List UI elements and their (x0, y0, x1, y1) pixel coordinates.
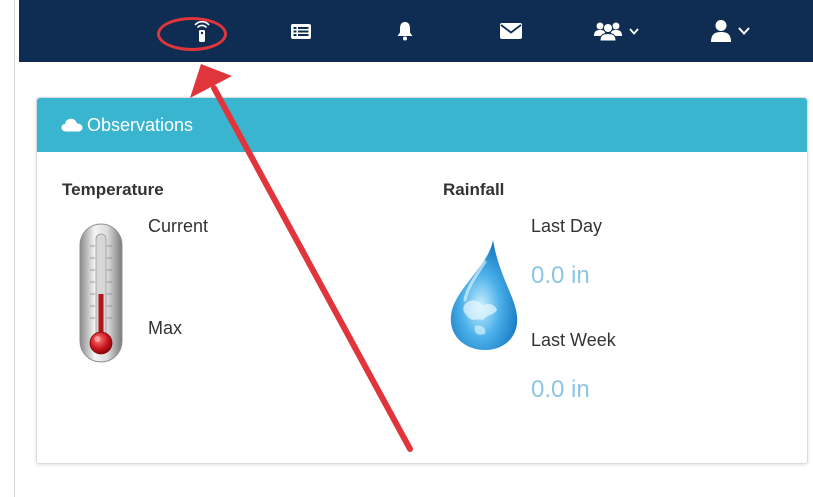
chevron-down-icon (738, 27, 750, 35)
annotation-highlight-circle (157, 17, 227, 51)
panel-title: Observations (87, 114, 194, 135)
nav-list[interactable] (283, 14, 319, 48)
user-icon (710, 19, 732, 43)
observations-panel: Observations Temperature Current Max Rai… (36, 97, 808, 464)
cloud-icon (61, 118, 83, 132)
rainfall-last-week-value: 0.0 in (531, 376, 590, 403)
rainfall-last-day-value: 0.0 in (531, 262, 590, 289)
list-icon (291, 23, 311, 39)
nav-messages[interactable] (493, 14, 529, 48)
temperature-max-label: Max (148, 318, 183, 338)
nav-users-dropdown[interactable] (587, 14, 645, 48)
nav-notifications[interactable] (387, 14, 423, 48)
nav-user-dropdown[interactable] (705, 14, 755, 48)
users-icon (593, 20, 623, 42)
chevron-down-icon (629, 27, 639, 35)
water-drop-icon (445, 238, 521, 357)
left-border (14, 0, 15, 497)
rainfall-last-day-label: Last Day (531, 216, 603, 236)
rainfall-last-week-label: Last Week (531, 330, 616, 350)
envelope-icon (500, 23, 522, 39)
rainfall-title: Rainfall (443, 180, 505, 199)
bell-icon (396, 21, 414, 41)
thermometer-icon (77, 222, 125, 369)
temperature-title: Temperature (62, 180, 164, 199)
panel-heading: Observations (37, 98, 807, 152)
temperature-current-label: Current (148, 216, 209, 236)
top-navbar (19, 0, 813, 62)
